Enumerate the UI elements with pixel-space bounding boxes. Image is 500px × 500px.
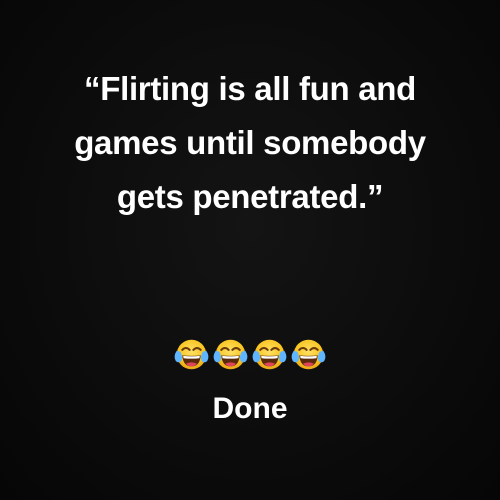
quote-text: “Flirting is all fun and games until som…: [20, 62, 480, 224]
quote-line: games until somebody: [74, 124, 426, 161]
quote-line: gets penetrated.”: [116, 178, 384, 215]
quote-line: “Flirting is all fun and: [84, 70, 416, 107]
face-with-tears-of-joy-icon: [173, 336, 210, 373]
story-canvas: “Flirting is all fun and games until som…: [0, 0, 500, 500]
face-with-tears-of-joy-icon: [212, 336, 249, 373]
emoji-row: [0, 336, 500, 376]
face-with-tears-of-joy-icon: [251, 336, 288, 373]
caption-text: Done: [212, 392, 288, 425]
face-with-tears-of-joy-icon: [290, 336, 327, 373]
